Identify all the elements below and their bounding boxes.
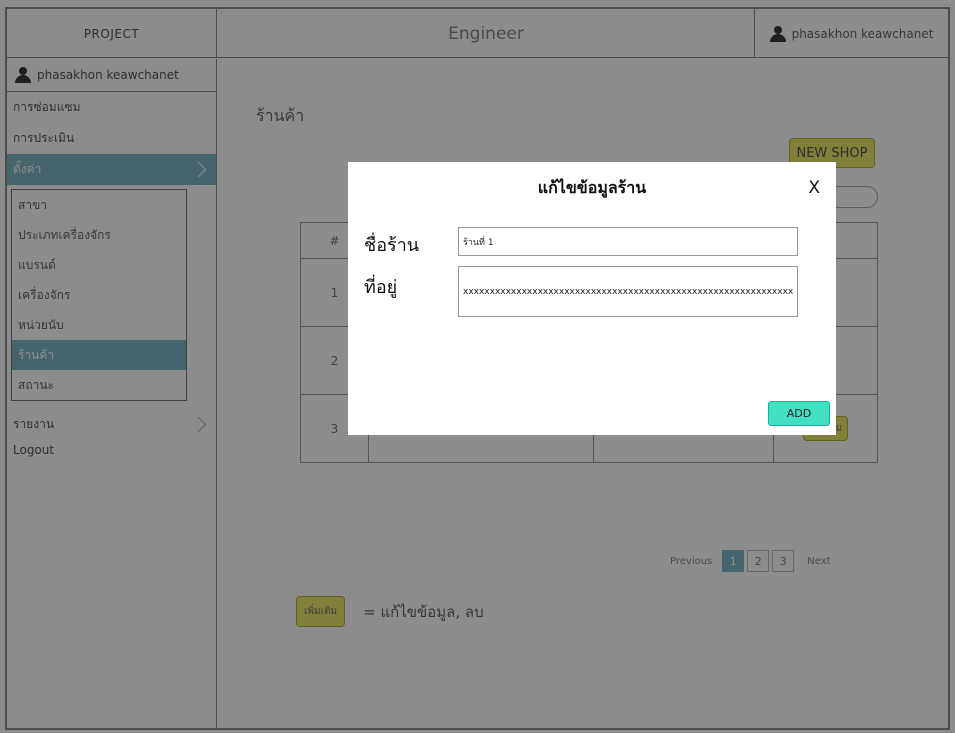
- address-label: ที่อยู่: [364, 277, 398, 298]
- address-input[interactable]: [458, 266, 798, 317]
- close-icon[interactable]: X: [808, 178, 820, 198]
- edit-shop-modal: แก้ไขข้อมูลร้าน X ชื่อร้าน ที่อยู่ ADD: [348, 162, 836, 435]
- shop-name-label: ชื่อร้าน: [364, 235, 420, 256]
- shop-name-input[interactable]: [458, 227, 798, 256]
- modal-title: แก้ไขข้อมูลร้าน: [537, 178, 647, 197]
- add-button[interactable]: ADD: [768, 401, 830, 426]
